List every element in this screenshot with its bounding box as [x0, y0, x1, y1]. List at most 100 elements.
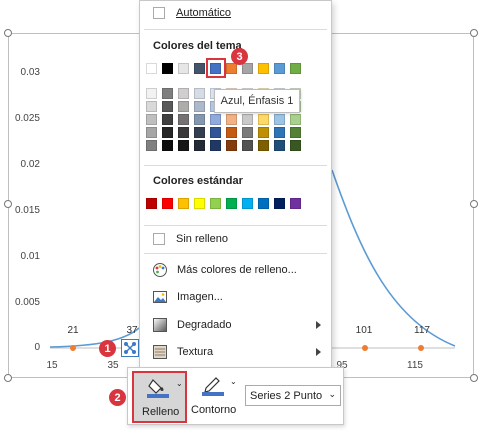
selected-point-marker[interactable] [121, 339, 139, 357]
theme-shade-swatch[interactable] [178, 88, 189, 99]
theme-color-swatch[interactable] [290, 63, 301, 74]
theme-shade-swatch[interactable] [258, 127, 269, 138]
theme-shade-swatch[interactable] [178, 101, 189, 112]
theme-color-swatch[interactable] [242, 63, 253, 74]
theme-shade-swatch[interactable] [146, 127, 157, 138]
separator [144, 29, 327, 30]
series-select[interactable]: Series 2 Punto ⌄ [245, 385, 341, 406]
theme-colors-title: Colores del tema [153, 40, 242, 52]
theme-color-swatch[interactable] [162, 63, 173, 74]
theme-shade-swatch[interactable] [290, 140, 301, 151]
theme-shade-swatch[interactable] [274, 127, 285, 138]
theme-shade-swatch[interactable] [194, 101, 205, 112]
theme-shade-swatch[interactable] [146, 140, 157, 151]
theme-shade-swatch[interactable] [290, 127, 301, 138]
theme-shade-swatch[interactable] [194, 114, 205, 125]
chevron-down-icon: ⌄ [230, 377, 237, 386]
selected-swatch-highlight [206, 58, 226, 78]
format-toolbar: ⌄ Relleno ⌄ Contorno Series 2 Punto ⌄ [127, 367, 344, 425]
data-label: 101 [355, 325, 373, 336]
theme-shade-swatch[interactable] [210, 114, 221, 125]
data-label: 21 [67, 325, 79, 336]
theme-shade-swatch[interactable] [242, 127, 253, 138]
theme-color-swatch[interactable] [226, 63, 237, 74]
theme-shade-swatch[interactable] [146, 88, 157, 99]
theme-shade-swatch[interactable] [194, 140, 205, 151]
standard-colors-title: Colores estándar [153, 175, 243, 187]
theme-color-swatch[interactable] [146, 63, 157, 74]
data-label: 117 [414, 325, 430, 336]
gradient-icon [153, 318, 167, 332]
fill-label: Relleno [142, 406, 180, 418]
image-fill-option[interactable]: Imagen... [140, 286, 331, 308]
theme-shade-swatch[interactable] [146, 114, 157, 125]
chevron-down-icon: ⌄ [328, 389, 336, 399]
texture-option[interactable]: Textura [140, 341, 331, 363]
color-tooltip: Azul, Énfasis 1 [214, 89, 300, 113]
theme-shade-swatch[interactable] [178, 114, 189, 125]
standard-color-swatch[interactable] [226, 198, 237, 209]
pen-outline-icon [202, 377, 224, 396]
standard-color-swatch[interactable] [146, 198, 157, 209]
gradient-option[interactable]: Degradado [140, 314, 331, 336]
standard-color-swatch[interactable] [274, 198, 285, 209]
standard-color-swatch[interactable] [178, 198, 189, 209]
separator [144, 165, 327, 166]
theme-color-swatch[interactable] [274, 63, 285, 74]
image-fill-label: Imagen... [177, 291, 223, 303]
theme-color-swatch[interactable] [258, 63, 269, 74]
theme-shade-swatch[interactable] [274, 114, 285, 125]
theme-shade-swatch[interactable] [162, 101, 173, 112]
theme-shade-swatch[interactable] [258, 140, 269, 151]
theme-shade-swatch[interactable] [210, 140, 221, 151]
x-tick-label: 35 [107, 360, 119, 371]
gradient-label: Degradado [177, 319, 232, 331]
standard-color-swatch[interactable] [258, 198, 269, 209]
step-badge-2: 2 [109, 389, 126, 406]
theme-shade-swatch[interactable] [274, 140, 285, 151]
theme-color-swatch[interactable] [178, 63, 189, 74]
theme-shade-swatch[interactable] [194, 127, 205, 138]
automatic-option[interactable]: Automático [176, 2, 316, 24]
theme-shade-swatch[interactable] [162, 127, 173, 138]
palette-icon [153, 263, 167, 277]
step-badge-1: 1 [99, 340, 116, 357]
standard-color-swatch[interactable] [162, 198, 173, 209]
separator [144, 225, 327, 226]
chevron-down-icon: ⌄ [176, 379, 183, 388]
outline-button[interactable]: ⌄ Contorno [190, 371, 242, 423]
theme-shade-swatch[interactable] [290, 114, 301, 125]
standard-color-swatch[interactable] [242, 198, 253, 209]
no-fill-checkbox[interactable] [153, 233, 165, 245]
theme-shade-swatch[interactable] [162, 140, 173, 151]
standard-color-swatch[interactable] [210, 198, 221, 209]
data-point [418, 345, 424, 351]
series-select-value: Series 2 Punto [250, 389, 323, 402]
no-fill-option[interactable]: Sin relleno [176, 228, 316, 250]
theme-shade-swatch[interactable] [210, 127, 221, 138]
standard-color-swatch[interactable] [290, 198, 301, 209]
normal-curve-right [331, 169, 456, 347]
theme-shade-swatch[interactable] [242, 140, 253, 151]
more-fill-colors-option[interactable]: Más colores de relleno... [140, 259, 331, 281]
data-point [70, 345, 76, 351]
automatic-checkbox[interactable] [153, 7, 165, 19]
data-point [362, 345, 368, 351]
theme-shade-swatch[interactable] [162, 88, 173, 99]
standard-color-swatch[interactable] [194, 198, 205, 209]
fill-button[interactable]: ⌄ Relleno [132, 371, 187, 423]
theme-color-swatch[interactable] [194, 63, 205, 74]
theme-shade-swatch[interactable] [242, 114, 253, 125]
theme-shade-swatch[interactable] [162, 114, 173, 125]
theme-shade-swatch[interactable] [226, 114, 237, 125]
theme-shade-swatch[interactable] [226, 140, 237, 151]
theme-shade-swatch[interactable] [258, 114, 269, 125]
theme-shade-swatch[interactable] [146, 101, 157, 112]
theme-shade-swatch[interactable] [194, 88, 205, 99]
texture-label: Textura [177, 346, 214, 358]
theme-shade-swatch[interactable] [178, 127, 189, 138]
theme-shade-swatch[interactable] [226, 127, 237, 138]
theme-shade-swatch[interactable] [178, 140, 189, 151]
paint-bucket-icon [147, 379, 169, 398]
submenu-arrow-icon [316, 321, 321, 329]
